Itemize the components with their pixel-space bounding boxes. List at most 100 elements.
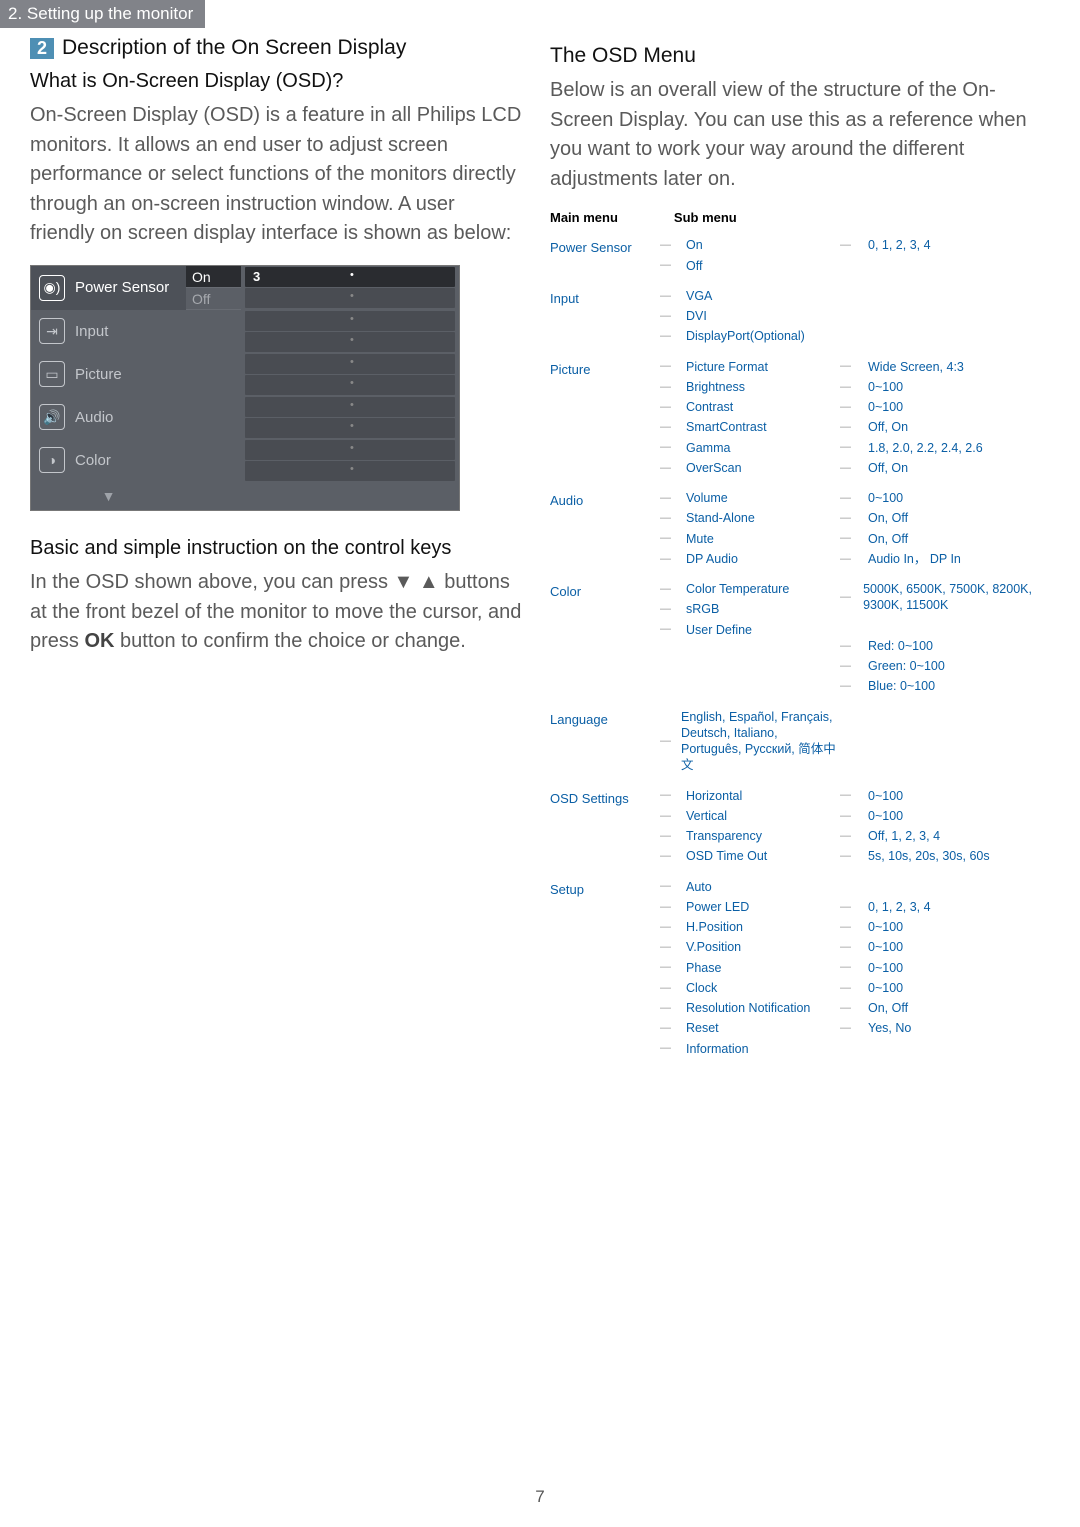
tree-value-entry [840,879,1050,895]
branch-icon: — [840,420,858,434]
branch-icon: — [840,639,858,653]
tree-value-entry: —0~100 [840,919,1050,935]
tree-sub-entry: —VGA [660,288,840,304]
branch-icon: — [840,809,858,823]
tree-value-entry: —Off, 1, 2, 3, 4 [840,828,1050,844]
tree-sub-label: SmartContrast [686,419,767,435]
tree-group: Language—English, Español, Français, Deu… [550,709,1050,774]
tree-value-column: —Wide Screen, 4:3—0~100—0~100—Off, On—1.… [840,359,1050,477]
tree-value-label: Off, On [868,419,908,435]
branch-icon: — [660,258,676,272]
tree-value-label: 1.8, 2.0, 2.2, 2.4, 2.6 [868,440,983,456]
tree-value-label: 0~100 [868,808,903,824]
tree-sub-label: DVI [686,308,707,324]
tree-main-label: Setup [550,879,660,1057]
tree-main-label: OSD Settings [550,788,660,865]
tree-value-entry: — Off, On [840,419,1050,435]
page-number: 7 [0,1487,1080,1507]
tree-sub-label: Picture Format [686,359,768,375]
tree-sub-label: Power LED [686,899,749,915]
osd-preview: ◉) Power Sensor On Off •3 • ⇥ Input [30,265,460,511]
tree-sub-entry: —OverScan [660,460,840,476]
osd-item-audio[interactable]: 🔊 Audio [31,396,186,439]
branch-icon: — [840,590,853,604]
tree-group: Power Sensor—On—Off—0, 1, 2, 3, 4 [550,237,1050,274]
tree-main-label: Audio [550,490,660,567]
tree-sub-entry: —Stand-Alone [660,510,840,526]
branch-icon: — [660,809,676,823]
tree-value-entry: —0, 1, 2, 3, 4 [840,899,1050,915]
osd-item-label: Audio [75,409,113,426]
tree-main-label: Input [550,288,660,345]
tree-value-label: 0~100 [868,939,903,955]
tree-main-label: Power Sensor [550,237,660,274]
tree-value-entry: —Blue: 0~100 [840,678,1050,694]
tree-value-column: —5000K, 6500K, 7500K, 8200K, 9300K, 1150… [840,581,1050,695]
branch-icon: — [840,920,858,934]
tree-value-column: —0, 1, 2, 3, 4—0~100—0~100—0~100—0~100—O… [840,879,1050,1057]
tree-value-label: 0~100 [868,490,903,506]
osd-option-on[interactable]: On [186,266,241,288]
tree-sub-label: Horizontal [686,788,742,804]
branch-icon: — [660,511,676,525]
branch-icon: — [840,491,858,505]
osd-item-color[interactable]: ◑ Color [31,439,186,482]
tree-value-label: Wide Screen, 4:3 [868,359,964,375]
branch-icon: — [660,879,676,893]
question-heading: What is On-Screen Display (OSD)? [30,70,522,93]
osd-item-label: Picture [75,366,122,383]
branch-icon: — [660,734,671,748]
tree-sub-label: Auto [686,879,712,895]
osd-option-off[interactable]: Off [186,288,241,310]
branch-icon: — [840,829,858,843]
branch-icon: — [660,329,676,343]
tree-sub-entry: —DVI [660,308,840,324]
osd-menu-paragraph: Below is an overall view of the structur… [550,76,1050,194]
osd-item-label: Power Sensor [75,279,169,296]
tree-value-label: Yes, No [868,1020,911,1036]
tree-sub-label: V.Position [686,939,741,955]
section-title: Description of the On Screen Display [62,36,406,60]
osd-item-input[interactable]: ⇥ Input [31,310,186,353]
osd-item-power-sensor[interactable]: ◉) Power Sensor [31,266,186,310]
tree-group: Picture—Picture Format—Brightness—Contra… [550,359,1050,477]
tree-sub-label: Mute [686,531,714,547]
tree-group: Setup—Auto—Power LED—H.Position—V.Positi… [550,879,1050,1057]
tree-value-label: 0~100 [868,980,903,996]
tree-value-label: 0~100 [868,399,903,415]
tree-sub-label: Phase [686,960,721,976]
tree-sub-column: —Picture Format—Brightness—Contrast—Smar… [660,359,840,477]
branch-icon: — [840,552,858,566]
tree-group: Color—Color Temperature—sRGB—User Define… [550,581,1050,695]
osd-nav-down[interactable]: ▼ [31,482,186,510]
tree-sub-label: Contrast [686,399,733,415]
branch-icon: — [660,582,676,596]
tree-value-entry: —0~100 [840,960,1050,976]
tree-sub-entry: —Power LED [660,899,840,915]
tree-value-entry: —0, 1, 2, 3, 4 [840,237,1050,253]
tree-value-label: Off, On [868,460,908,476]
tree-value-label: Audio In， DP In [868,551,961,567]
osd-value: 3 [253,269,260,284]
tree-sub-entry: —Brightness [660,379,840,395]
tree-sub-entry: —Reset [660,1020,840,1036]
tree-sub-label: User Define [686,622,752,638]
tree-value-entry: — 0~100 [840,490,1050,506]
tree-value-entry: —1.8, 2.0, 2.2, 2.4, 2.6 [840,440,1050,456]
power-sensor-icon: ◉) [39,275,65,301]
tree-value-entry: — 0~100 [840,399,1050,415]
tree-value-label: 0, 1, 2, 3, 4 [868,237,931,253]
branch-icon: — [660,491,676,505]
tree-sub-label: Clock [686,980,717,996]
picture-icon: ▭ [39,361,65,387]
tree-sub-entry: —Transparency [660,828,840,844]
tree-value-entry: —On, Off [840,531,1050,547]
branch-icon: — [660,788,676,802]
branch-icon: — [840,400,858,414]
osd-item-label: Color [75,452,111,469]
branch-icon: — [660,552,676,566]
osd-item-picture[interactable]: ▭ Picture [31,353,186,396]
tree-value-entry: — 0~100 [840,808,1050,824]
tree-value-entry: —0~100 [840,939,1050,955]
tree-sub-entry: —Gamma [660,440,840,456]
